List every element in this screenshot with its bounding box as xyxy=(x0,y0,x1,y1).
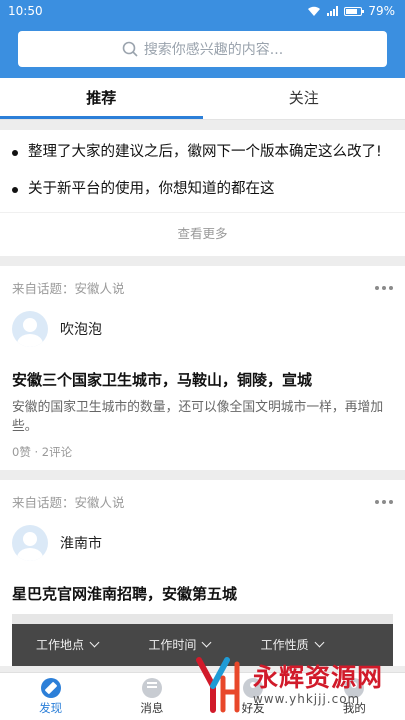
signal-icon xyxy=(327,6,339,16)
status-time: 10:50 xyxy=(8,4,43,18)
tab-following[interactable]: 关注 xyxy=(203,78,405,119)
bottom-nav: 发现 消息 好友 我的 xyxy=(0,672,405,720)
job-filter-label: 工作时间 xyxy=(148,638,197,652)
tab-recommended[interactable]: 推荐 xyxy=(0,78,203,119)
notice-list: 整理了大家的建议之后，徽网下一个版本确定这么改了! 关于新平台的使用，你想知道的… xyxy=(0,130,405,256)
job-filter-bar: 工作地点 工作时间 工作性质 xyxy=(36,636,373,653)
nav-label: 好友 xyxy=(241,700,265,715)
chevron-down-icon xyxy=(201,637,212,648)
author-name[interactable]: 淮南市 xyxy=(60,533,102,553)
compass-icon xyxy=(40,677,61,698)
job-filter-type: 工作性质 xyxy=(261,636,373,653)
notice-text: 关于新平台的使用，你想知道的都在这 xyxy=(28,181,275,197)
notice-text: 整理了大家的建议之后，徽网下一个版本确定这么改了! xyxy=(28,144,382,160)
view-more-link[interactable]: 查看更多 xyxy=(0,212,405,256)
chat-icon xyxy=(141,677,162,698)
nav-discover[interactable]: 发现 xyxy=(0,673,101,720)
post-excerpt: 安徽的国家卫生城市的数量，还可以像全国文明城市一样，再增加些。 xyxy=(12,400,384,434)
search-icon xyxy=(122,41,138,57)
chevron-down-icon xyxy=(314,637,325,648)
more-options-icon[interactable] xyxy=(375,499,393,504)
wifi-icon xyxy=(308,6,321,16)
job-filter-time: 工作时间 xyxy=(148,636,260,653)
nav-label: 消息 xyxy=(140,700,164,715)
post-image[interactable]: 工作地点 工作时间 工作性质 xyxy=(12,614,393,666)
status-indicators: 79% xyxy=(307,4,395,18)
nav-profile[interactable]: 我的 xyxy=(304,673,405,720)
battery-icon xyxy=(344,6,365,16)
feed-tabs: 推荐 关注 xyxy=(0,78,405,120)
post-title[interactable]: 星巴克官网淮南招聘，安徽第五城 xyxy=(12,583,393,604)
search-header: 搜索你感兴趣的内容... xyxy=(0,22,405,78)
post-topic[interactable]: 来自话题：安徽人说 xyxy=(12,492,125,511)
search-placeholder: 搜索你感兴趣的内容... xyxy=(143,42,284,58)
battery-level: 79% xyxy=(368,4,395,18)
nav-label: 我的 xyxy=(342,700,366,715)
notice-item[interactable]: 关于新平台的使用，你想知道的都在这 xyxy=(0,171,405,208)
job-filter-label: 工作地点 xyxy=(36,638,85,652)
nav-messages[interactable]: 消息 xyxy=(101,673,202,720)
author-name[interactable]: 吹泡泡 xyxy=(60,319,102,339)
nav-label: 发现 xyxy=(39,700,63,715)
user-icon xyxy=(344,677,365,698)
post-stats: 0赞 · 2评论 xyxy=(12,445,73,459)
post-topic[interactable]: 来自话题：安徽人说 xyxy=(12,278,125,297)
status-bar: 10:50 79% xyxy=(0,0,405,22)
post-author[interactable]: 吹泡泡 xyxy=(12,311,393,347)
job-filter-location: 工作地点 xyxy=(36,636,148,653)
bullet-icon xyxy=(12,150,18,156)
bullet-icon xyxy=(12,187,18,193)
post-card[interactable]: 来自话题：安徽人说 吹泡泡 安徽三个国家卫生城市，马鞍山，铜陵，宣城 安徽的国家… xyxy=(0,266,405,470)
chevron-down-icon xyxy=(89,637,100,648)
nav-friends[interactable]: 好友 xyxy=(203,673,304,720)
people-icon xyxy=(243,677,264,698)
post-title[interactable]: 安徽三个国家卫生城市，马鞍山，铜陵，宣城 xyxy=(12,369,393,390)
notice-item[interactable]: 整理了大家的建议之后，徽网下一个版本确定这么改了! xyxy=(0,130,405,171)
avatar[interactable] xyxy=(12,525,48,561)
post-author[interactable]: 淮南市 xyxy=(12,525,393,561)
job-filter-label: 工作性质 xyxy=(260,638,309,652)
post-card[interactable]: 来自话题：安徽人说 淮南市 星巴克官网淮南招聘，安徽第五城 工作地点 工作时间 … xyxy=(0,480,405,666)
avatar[interactable] xyxy=(12,311,48,347)
search-input[interactable]: 搜索你感兴趣的内容... xyxy=(18,31,387,67)
more-options-icon[interactable] xyxy=(375,285,393,290)
